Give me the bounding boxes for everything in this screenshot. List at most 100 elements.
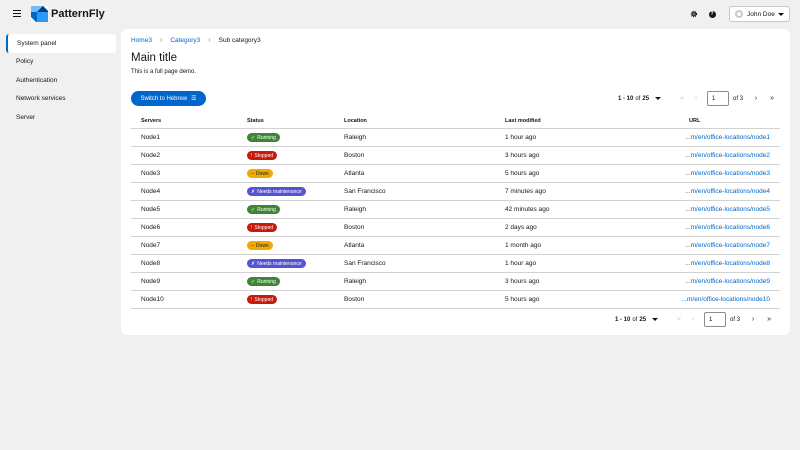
status-label: Running <box>257 278 276 285</box>
table-row: Node8 ✗ Needs maintenance San Francisco 1 ho… <box>131 255 780 273</box>
server-url-link[interactable]: ...m/en/office-locations/node1 <box>685 134 770 141</box>
table-row: Node6! Stopped Boston 2 days ago ...m/en/off… <box>131 219 780 237</box>
server-url-link[interactable]: ...m/en/office-locations/node7 <box>685 242 770 249</box>
server-name: Node10 <box>141 296 164 303</box>
column-header-status: Status <box>247 118 264 124</box>
per-page-toggle[interactable]: 1 - 10 of 25 <box>615 316 659 323</box>
status-label: Stopped <box>254 224 274 231</box>
server-url-link[interactable]: ...m/en/office-locations/node10 <box>682 296 770 303</box>
status-label: Running <box>257 206 276 213</box>
status-label: Stopped <box>254 152 274 159</box>
status-badge: ✗ Needs maintenance <box>247 187 306 196</box>
page-number-input[interactable]: 1 <box>704 312 727 327</box>
wrench-icon: ✗ <box>251 260 256 267</box>
status-badge: ! Stopped <box>247 295 278 304</box>
check-circle-icon: ✓ <box>251 278 256 285</box>
table-row: Node10! Stopped Boston 5 hours ago ...m/en/o… <box>131 291 780 309</box>
per-page-range: 1 - 10 <box>615 316 631 323</box>
brand-logo[interactable]: PatternFly <box>31 6 105 22</box>
server-name: Node7 <box>141 242 161 249</box>
text-direction-icon: ☰ <box>191 96 197 102</box>
next-page-button[interactable]: › <box>746 313 760 327</box>
last-modified: 3 hours ago <box>505 152 540 159</box>
brand-name: PatternFly <box>51 8 105 20</box>
last-page-button[interactable]: » <box>765 92 779 106</box>
sidebar-item-system-panel[interactable]: System panel <box>6 34 116 53</box>
last-modified: 1 hour ago <box>505 134 537 141</box>
previous-page-button[interactable]: ‹ <box>686 313 700 327</box>
exclamation-circle-icon: ! <box>251 296 253 303</box>
last-modified: 7 minutes ago <box>505 188 546 195</box>
page-subtitle: This is a full page demo. <box>131 69 197 75</box>
column-header-location: Location <box>344 118 367 124</box>
table-row: Node7 − Down Atlanta 1 month ago ...m/en/offi… <box>131 237 780 255</box>
server-location: Atlanta <box>344 242 365 249</box>
chevron-down-icon <box>655 97 662 100</box>
previous-page-button[interactable]: ‹ <box>689 92 703 106</box>
server-url-link[interactable]: ...m/en/office-locations/node6 <box>685 224 770 231</box>
last-modified: 5 hours ago <box>505 170 540 177</box>
sidebar-item-authentication[interactable]: Authentication <box>6 71 116 90</box>
status-badge: ! Stopped <box>247 223 278 232</box>
breadcrumb-link-category[interactable]: Category3 <box>170 37 200 44</box>
server-location: Raleigh <box>344 134 367 141</box>
first-page-button[interactable]: « <box>675 92 689 106</box>
server-url-link[interactable]: ...m/en/office-locations/node9 <box>685 278 770 285</box>
user-dropdown[interactable]: John Doe <box>729 6 790 22</box>
wrench-icon: ✗ <box>251 188 256 195</box>
table-row: Node3 − Down Atlanta 5 hours ago ...m/en/offi… <box>131 165 780 183</box>
server-name: Node2 <box>141 152 161 159</box>
status-label: Running <box>257 134 276 141</box>
table-header: Servers Status Location Last modified UR… <box>131 114 780 129</box>
chevron-right-icon: › <box>159 37 163 44</box>
last-modified: 1 hour ago <box>505 260 537 267</box>
status-label: Needs maintenance <box>257 260 302 267</box>
per-page-total: 25 <box>639 316 647 323</box>
server-name: Node5 <box>141 206 161 213</box>
breadcrumb-current: Sub category3 <box>218 37 261 44</box>
last-modified: 3 hours ago <box>505 278 540 285</box>
server-name: Node6 <box>141 224 161 231</box>
exclamation-circle-icon: ! <box>251 152 253 159</box>
status-badge: − Down <box>247 169 273 178</box>
server-location: San Francisco <box>344 188 386 195</box>
server-url-link[interactable]: ...m/en/office-locations/node5 <box>685 206 770 213</box>
sidebar-item-network-services[interactable]: Network services <box>6 90 116 109</box>
server-url-link[interactable]: ...m/en/office-locations/node2 <box>685 152 770 159</box>
pagination-bottom: 1 - 10 of 25 « ‹ 1 of 3 › » <box>615 312 776 327</box>
per-page-total: 25 <box>642 95 650 102</box>
servers-table: Servers Status Location Last modified UR… <box>131 114 780 309</box>
table-row: Node9 ✓ Running Raleigh 3 hours ago ...m/en/o… <box>131 273 780 291</box>
settings-gear-icon[interactable] <box>687 7 701 21</box>
hamburger-menu-icon[interactable] <box>13 9 21 18</box>
sidebar-item-server[interactable]: Server <box>6 108 116 127</box>
server-url-link[interactable]: ...m/en/office-locations/node8 <box>685 260 770 267</box>
last-page-button[interactable]: » <box>762 313 776 327</box>
server-location: Atlanta <box>344 170 365 177</box>
chevron-right-icon: › <box>208 37 211 44</box>
per-page-toggle[interactable]: 1 - 10 of 25 <box>618 95 662 102</box>
switch-language-button[interactable]: Switch to Hebrew ☰ <box>131 91 206 106</box>
server-location: San Francisco <box>344 260 386 267</box>
main-content-card: Home3 › Category3 › Sub category3 Main t… <box>121 29 790 335</box>
server-url-link[interactable]: ...m/en/office-locations/node3 <box>685 170 770 177</box>
user-name: John Doe <box>747 10 775 18</box>
help-icon[interactable]: ? <box>705 7 719 21</box>
server-url-link[interactable]: ...m/en/office-locations/node4 <box>685 188 770 195</box>
sidebar-item-policy[interactable]: Policy <box>6 53 116 72</box>
breadcrumb-link-home[interactable]: Home3 <box>131 37 152 44</box>
next-page-button[interactable]: › <box>749 92 763 106</box>
status-label: Down <box>255 242 269 249</box>
per-page-range: 1 - 10 <box>618 95 634 102</box>
page-number-input[interactable]: 1 <box>707 91 730 106</box>
per-page-of: of <box>632 316 638 323</box>
table-row: Node1 ✓ Running Raleigh 1 hour ago ...m/en/of… <box>131 129 780 147</box>
first-page-button[interactable]: « <box>672 313 686 327</box>
status-badge: ✗ Needs maintenance <box>247 259 306 268</box>
switch-language-label: Switch to Hebrew <box>140 95 188 102</box>
server-name: Node9 <box>141 278 161 285</box>
server-location: Raleigh <box>344 206 367 213</box>
table-row: Node5 ✓ Running Raleigh 42 minutes ago ...m/e… <box>131 201 780 219</box>
server-location: Boston <box>344 296 365 303</box>
last-modified: 1 month ago <box>505 242 542 249</box>
